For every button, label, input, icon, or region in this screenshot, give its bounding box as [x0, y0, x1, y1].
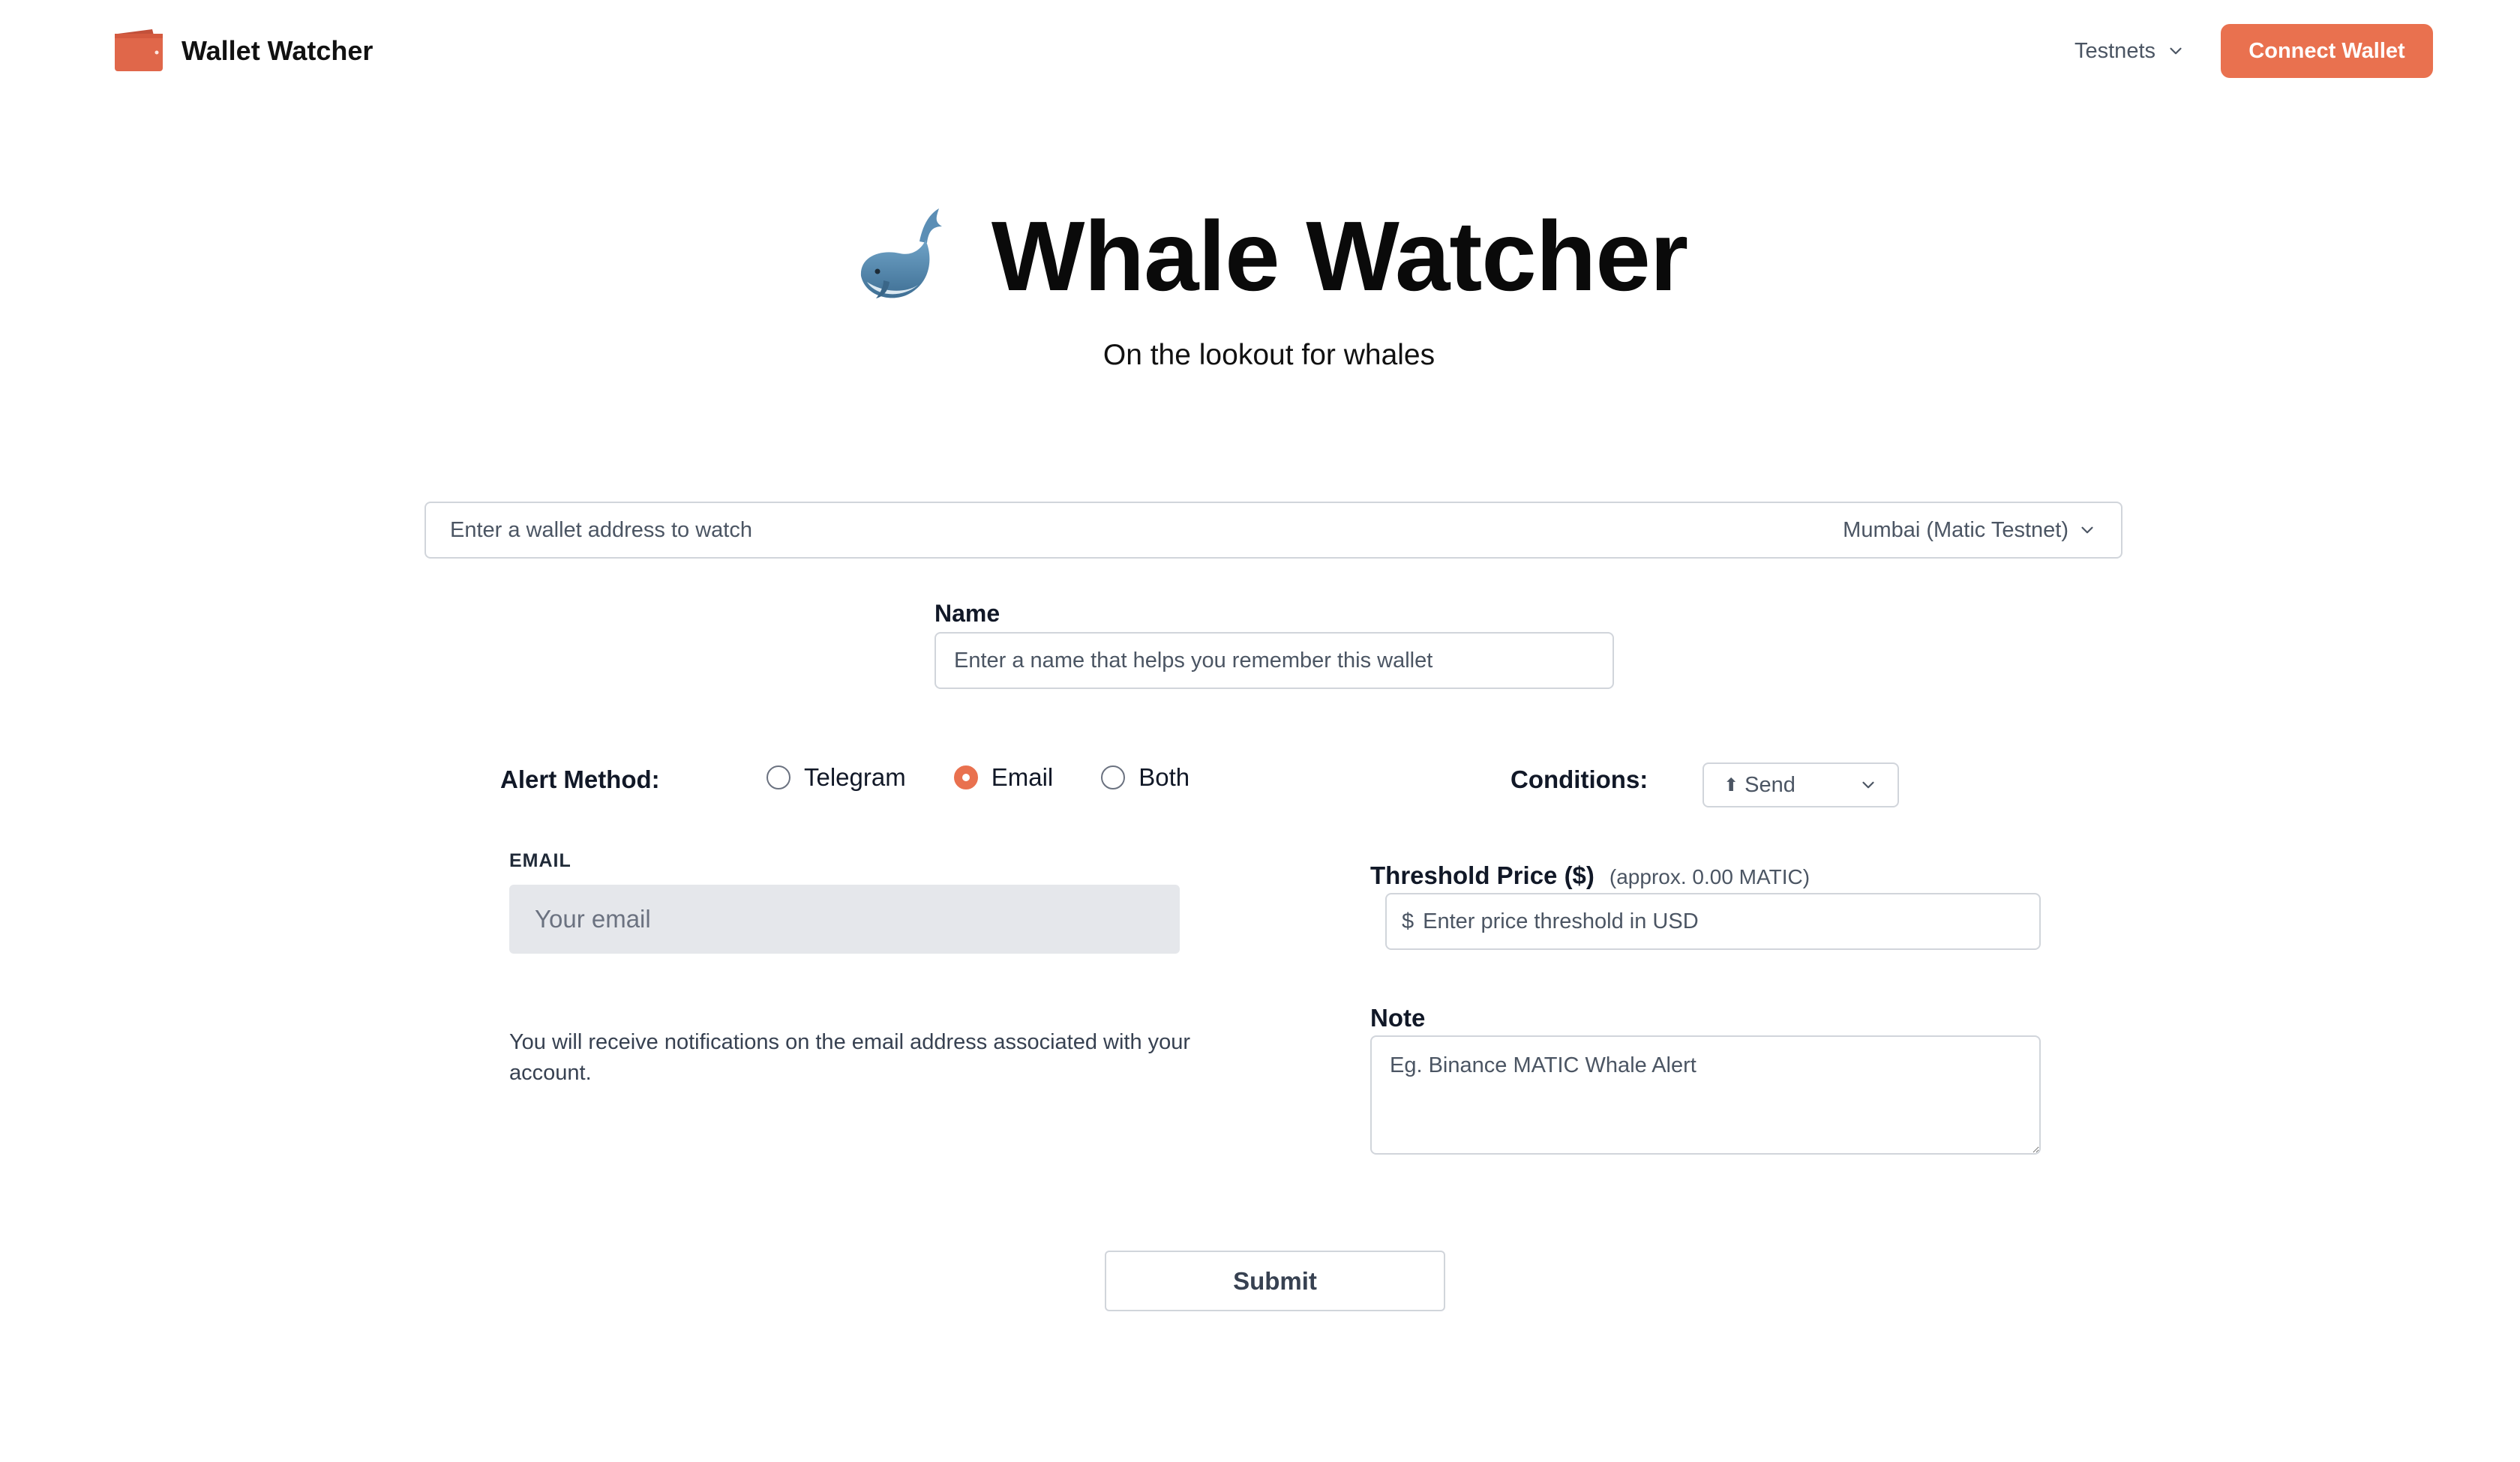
network-select[interactable]: Mumbai (Matic Testnet) — [1843, 518, 2097, 543]
connect-wallet-button[interactable]: Connect Wallet — [2221, 24, 2433, 78]
wallet-address-bar: Mumbai (Matic Testnet) — [424, 502, 2122, 559]
conditions-select[interactable]: ⬆ Send — [1702, 762, 1899, 807]
chevron-down-icon — [2170, 47, 2182, 55]
testnets-label: Testnets — [2074, 38, 2156, 63]
alert-option-telegram[interactable]: Telegram — [766, 763, 906, 792]
whale-icon — [860, 208, 942, 298]
conditions-select-value: Send — [1744, 772, 1796, 797]
alert-option-both[interactable]: Both — [1101, 763, 1190, 792]
threshold-label: Threshold Price ($) — [1370, 861, 1594, 889]
radio-email[interactable] — [953, 765, 978, 789]
email-label: EMAIL — [509, 850, 572, 871]
radio-both-label: Both — [1138, 763, 1190, 791]
name-label: Name — [934, 600, 1000, 627]
alert-option-email[interactable]: Email — [953, 763, 1054, 792]
threshold-header: Threshold Price ($) (approx. 0.00 MATIC) — [1370, 861, 1810, 890]
radio-email-label: Email — [991, 763, 1054, 791]
name-input[interactable] — [934, 632, 1614, 689]
alert-method-radio-group: Telegram Email Both — [766, 763, 1238, 792]
page-subtitle: On the lookout for whales — [1102, 339, 1436, 371]
email-input[interactable] — [509, 885, 1180, 954]
arrow-up-icon: ⬆ — [1724, 774, 1739, 795]
network-select-value: Mumbai (Matic Testnet) — [1843, 517, 2068, 542]
page-title: Whale Watcher — [991, 201, 1688, 311]
conditions-label: Conditions: — [1510, 765, 1648, 793]
wallet-icon — [115, 29, 163, 71]
hero: Whale Watcher — [0, 196, 2520, 316]
threshold-approx: (approx. 0.00 MATIC) — [1609, 865, 1810, 888]
chevron-down-icon — [2081, 526, 2093, 534]
dollar-sign: $ — [1402, 909, 1414, 933]
note-label: Note — [1370, 1004, 1426, 1032]
chevron-down-icon — [1862, 781, 1874, 789]
brand-name[interactable]: Wallet Watcher — [182, 33, 373, 69]
radio-both[interactable] — [1101, 765, 1126, 789]
submit-button[interactable]: Submit — [1105, 1251, 1445, 1311]
testnets-menu[interactable]: Testnets — [2074, 33, 2186, 69]
wallet-address-input[interactable] — [450, 517, 1844, 543]
radio-telegram-label: Telegram — [804, 763, 906, 791]
radio-telegram[interactable] — [766, 765, 790, 789]
threshold-input[interactable] — [1423, 909, 2024, 934]
threshold-field: $ — [1385, 893, 2041, 950]
note-textarea[interactable] — [1370, 1035, 2041, 1155]
email-help-text: You will receive notifications on the em… — [509, 1030, 1191, 1085]
alert-method-label: Alert Method: — [500, 765, 660, 793]
